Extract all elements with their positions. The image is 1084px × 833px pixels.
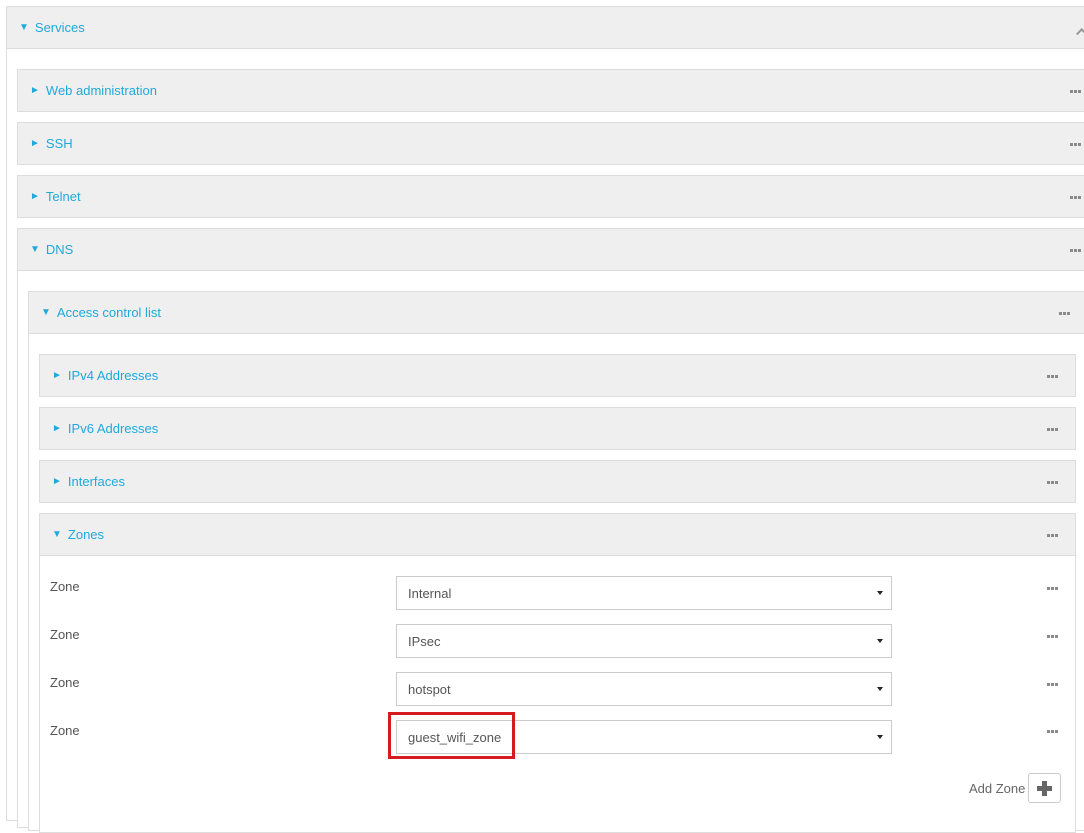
add-zone-button[interactable] — [1028, 773, 1061, 803]
dns-label: DNS — [45, 242, 74, 257]
ellipsis-icon[interactable] — [1047, 635, 1058, 638]
zone-select-value: hotspot — [408, 681, 451, 697]
services-label: Services — [34, 20, 85, 35]
section-web-administration[interactable]: ► Web administration — [17, 69, 1084, 112]
ellipsis-icon[interactable] — [1070, 143, 1081, 146]
dns-title[interactable]: ▼ DNS — [30, 229, 73, 270]
ellipsis-icon[interactable] — [1047, 481, 1058, 484]
zone-label: Zone — [50, 579, 80, 594]
zones-title[interactable]: ▼ Zones — [52, 514, 104, 555]
zone-select-value: Internal — [408, 585, 452, 601]
zone-select-1[interactable]: Internal — [396, 576, 892, 610]
ssh-label: SSH — [45, 136, 73, 151]
section-telnet[interactable]: ► Telnet — [17, 175, 1084, 218]
collapsed-arrow-icon: ► — [30, 138, 40, 149]
plus-icon — [1037, 780, 1052, 796]
collapsed-arrow-icon: ► — [52, 423, 62, 434]
zones-label: Zones — [67, 527, 105, 542]
ipv6-title[interactable]: ► IPv6 Addresses — [52, 408, 158, 449]
caret-down-icon — [877, 687, 883, 691]
caret-down-icon — [877, 591, 883, 595]
section-ipv6-addresses[interactable]: ► IPv6 Addresses — [39, 407, 1076, 450]
ellipsis-icon[interactable] — [1070, 249, 1081, 252]
expanded-arrow-icon: ▼ — [41, 307, 51, 318]
ellipsis-icon[interactable] — [1047, 534, 1058, 537]
collapsed-arrow-icon: ► — [30, 85, 40, 96]
expanded-arrow-icon: ▼ — [30, 244, 40, 255]
collapsed-arrow-icon: ► — [52, 476, 62, 487]
ellipsis-icon[interactable] — [1059, 312, 1070, 315]
ipv4-title[interactable]: ► IPv4 Addresses — [52, 355, 158, 396]
section-dns[interactable]: ▼ DNS — [17, 228, 1084, 271]
expanded-arrow-icon: ▼ — [19, 22, 29, 33]
ssh-title[interactable]: ► SSH — [30, 123, 73, 164]
services-title[interactable]: ▼ Services — [19, 7, 85, 48]
web-admin-label: Web administration — [45, 83, 157, 98]
collapsed-arrow-icon: ► — [30, 191, 40, 202]
ipv4-label: IPv4 Addresses — [67, 368, 159, 383]
caret-down-icon — [877, 639, 883, 643]
web-admin-title[interactable]: ► Web administration — [30, 70, 157, 111]
section-zones[interactable]: ▼ Zones — [39, 513, 1076, 556]
ellipsis-icon[interactable] — [1070, 196, 1081, 199]
interfaces-title[interactable]: ► Interfaces — [52, 461, 125, 502]
zone-label: Zone — [50, 627, 80, 642]
telnet-title[interactable]: ► Telnet — [30, 176, 81, 217]
add-zone-label: Add Zone — [969, 781, 1026, 796]
caret-down-icon — [877, 735, 883, 739]
zone-select-3[interactable]: hotspot — [396, 672, 892, 706]
acl-title[interactable]: ▼ Access control list — [41, 292, 161, 333]
ellipsis-icon[interactable] — [1047, 683, 1058, 686]
section-interfaces[interactable]: ► Interfaces — [39, 460, 1076, 503]
expanded-arrow-icon: ▼ — [52, 529, 62, 540]
ellipsis-icon[interactable] — [1047, 428, 1058, 431]
zone-label: Zone — [50, 675, 80, 690]
collapsed-arrow-icon: ► — [52, 370, 62, 381]
interfaces-label: Interfaces — [67, 474, 125, 489]
ellipsis-icon[interactable] — [1047, 587, 1058, 590]
collapse-chevron-icon[interactable] — [1076, 28, 1084, 38]
zone-select-2[interactable]: IPsec — [396, 624, 892, 658]
ellipsis-icon[interactable] — [1047, 730, 1058, 733]
telnet-label: Telnet — [45, 189, 81, 204]
ellipsis-icon[interactable] — [1047, 375, 1058, 378]
zone-select-value: IPsec — [408, 633, 441, 649]
ellipsis-icon[interactable] — [1070, 90, 1081, 93]
section-access-control-list[interactable]: ▼ Access control list — [28, 291, 1084, 334]
section-ipv4-addresses[interactable]: ► IPv4 Addresses — [39, 354, 1076, 397]
highlight-box — [388, 712, 515, 759]
ipv6-label: IPv6 Addresses — [67, 421, 159, 436]
zone-label: Zone — [50, 723, 80, 738]
services-header[interactable]: ▼ Services — [6, 6, 1084, 49]
acl-label: Access control list — [56, 305, 161, 320]
section-ssh[interactable]: ► SSH — [17, 122, 1084, 165]
